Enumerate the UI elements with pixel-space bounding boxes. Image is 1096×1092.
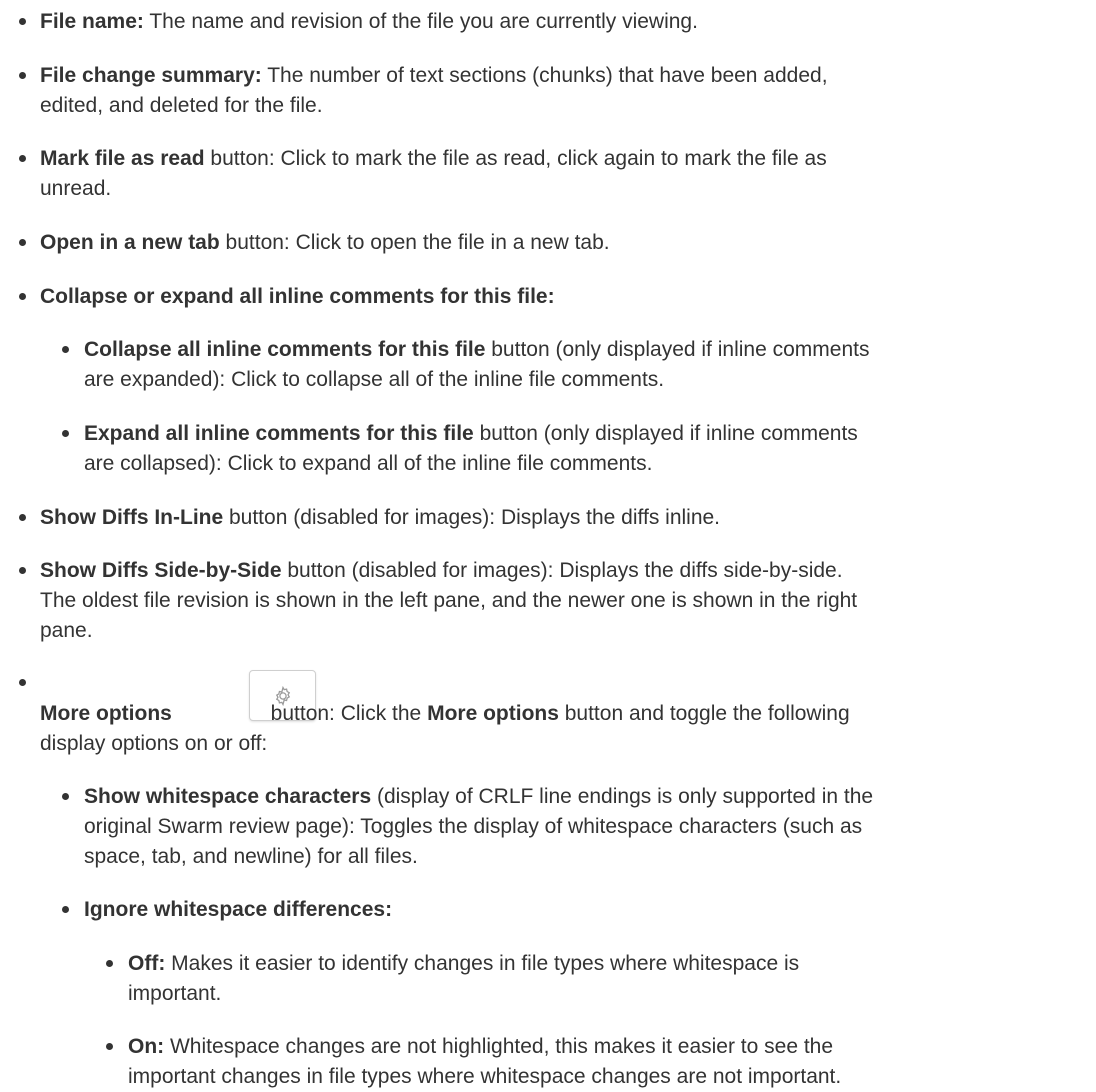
bullet [62, 346, 69, 353]
list-item-expand-all-comments: Expand all inline comments for this file… [84, 422, 858, 475]
term-label: File name: [40, 10, 144, 33]
bullet [106, 960, 113, 967]
bullet [19, 18, 26, 25]
list-item-collapse-expand-comments: Collapse or expand all inline comments f… [40, 282, 555, 312]
bullet [62, 906, 69, 913]
bullet [19, 155, 26, 162]
term-label: File change summary: [40, 64, 262, 87]
term-label: Show Diffs In-Line [40, 506, 224, 529]
list-item-file-change-summary: File change summary: The number of text … [40, 64, 828, 117]
list-item-show-whitespace: Show whitespace characters (display of C… [84, 785, 874, 868]
term-label: Collapse all inline comments for this fi… [84, 338, 486, 361]
term-label: More options [427, 702, 559, 725]
list-item-more-options: More options button: Click the More opti… [40, 702, 850, 755]
list-item-collapse-all-comments: Collapse all inline comments for this fi… [84, 338, 870, 391]
bullet [19, 239, 26, 246]
list-item-file-name: File name: The name and revision of the … [40, 10, 698, 33]
bullet [106, 1043, 113, 1050]
term-label: Show whitespace characters [84, 785, 372, 808]
term-label: Collapse or expand all inline comments f… [40, 285, 555, 308]
bullet [19, 293, 26, 300]
bullet [19, 72, 26, 79]
list-item-open-in-new-tab: Open in a new tab button: Click to open … [40, 231, 610, 254]
bullet [62, 430, 69, 437]
list-item-show-diffs-inline: Show Diffs In-Line button (disabled for … [40, 506, 721, 529]
list-item-show-diffs-side-by-side: Show Diffs Side-by-Side button (disabled… [40, 559, 858, 642]
term-label: Mark file as read [40, 147, 205, 170]
term-label: On: [128, 1035, 165, 1058]
term-label: Expand all inline comments for this file [84, 422, 474, 445]
term-label: Ignore whitespace differences: [84, 898, 393, 921]
bullet [19, 514, 26, 521]
bullet [19, 567, 26, 574]
term-label: Show Diffs Side-by-Side [40, 559, 282, 582]
list-item-mark-file-as-read: Mark file as read button: Click to mark … [40, 147, 827, 200]
bullet [62, 793, 69, 800]
bullet [19, 679, 26, 686]
term-label: Off: [128, 952, 166, 975]
list-item-ignore-off: Off: Makes it easier to identify changes… [128, 952, 800, 1005]
list-item-ignore-on: On: Whitespace changes are not highlight… [128, 1035, 842, 1088]
term-label: More options [40, 702, 172, 725]
list-item-ignore-whitespace: Ignore whitespace differences: [84, 895, 392, 925]
term-label: Open in a new tab [40, 231, 220, 254]
